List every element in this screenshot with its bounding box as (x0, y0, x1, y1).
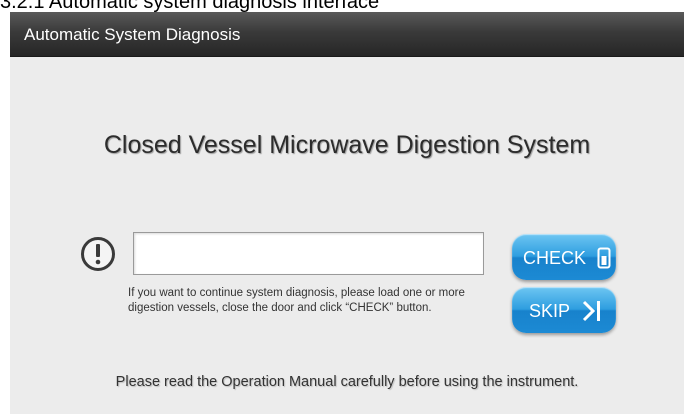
check-button-label: CHECK (523, 248, 587, 269)
skip-button[interactable]: SKIP (512, 287, 616, 333)
window-title: Automatic System Diagnosis (24, 25, 241, 44)
diagnosis-status-field (133, 232, 484, 275)
exclamation-circle-icon (81, 237, 115, 271)
instruction-text: If you want to continue system diagnosis… (128, 286, 508, 316)
document-heading-fragment: 3.2.1 Automatic system diagnosis interfa… (0, 0, 380, 12)
instruction-line-2: digestion vessels, close the door and cl… (128, 302, 432, 314)
skip-button-label: SKIP (529, 301, 571, 322)
check-button[interactable]: CHECK (512, 234, 616, 280)
vessel-icon (597, 247, 611, 269)
system-name-heading: Closed Vessel Microwave Digestion System (103, 131, 591, 159)
skip-forward-icon (582, 301, 601, 322)
title-bar: Automatic System Diagnosis (10, 12, 684, 57)
manual-notice: Please read the Operation Manual careful… (115, 374, 579, 390)
diagnosis-window: Automatic System Diagnosis Closed Vessel… (10, 12, 684, 414)
instruction-line-1: If you want to continue system diagnosis… (128, 287, 465, 299)
